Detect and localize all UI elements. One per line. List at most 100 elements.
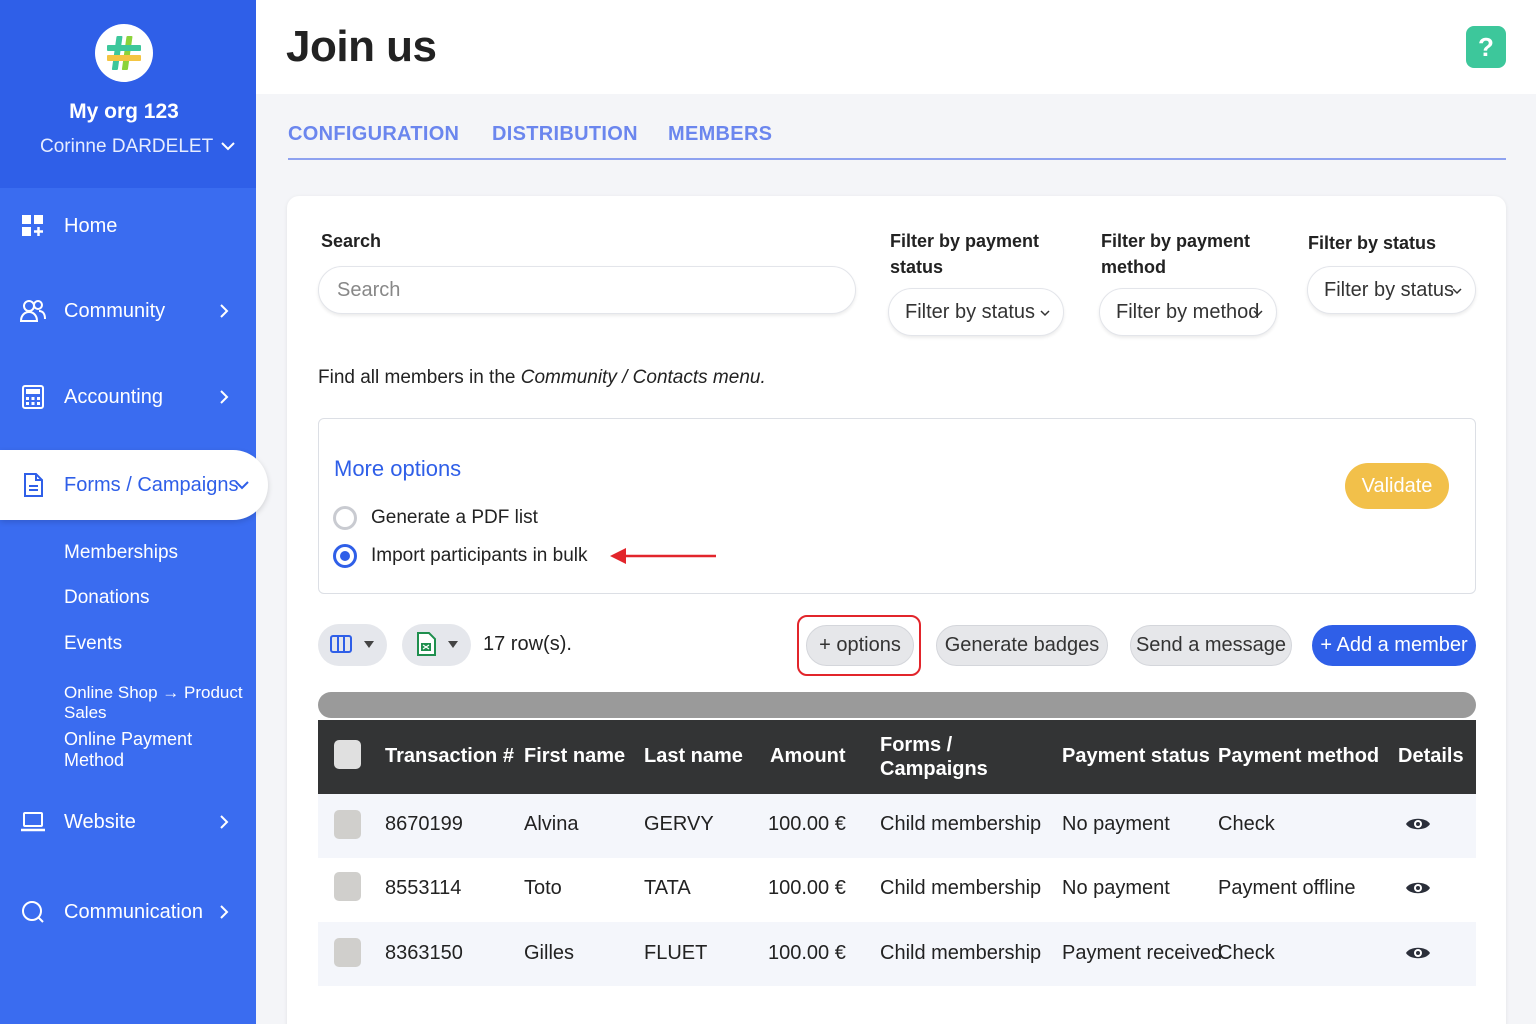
column-header-forms-campaigns[interactable]: Forms / Campaigns [880, 733, 990, 781]
sidebar-item-home[interactable]: Home [0, 196, 256, 256]
org-user-name: Corinne DARDELET [40, 136, 214, 157]
sidebar-item-label: Home [64, 214, 118, 237]
chat-icon [22, 901, 44, 923]
column-header-amount[interactable]: Amount [770, 744, 846, 768]
eye-icon[interactable] [1405, 944, 1431, 962]
cell-payment-method: Payment offline [1218, 877, 1356, 899]
sidebar-subitem-online-shop[interactable]: Online Shop → Product Sales [64, 683, 256, 723]
sidebar-item-communication[interactable]: Communication [0, 882, 256, 942]
cell-payment-status: No payment [1062, 813, 1170, 835]
info-text: Find all members in the Community / Cont… [318, 367, 766, 389]
cell-amount: 100.00 € [768, 877, 846, 899]
payment-method-label: Filter by payment method [1101, 231, 1251, 277]
help-button[interactable]: ? [1466, 26, 1506, 68]
send-message-button[interactable]: Send a message [1130, 625, 1292, 666]
search-label: Search [321, 231, 382, 251]
column-header-payment-status[interactable]: Payment status [1062, 744, 1210, 768]
calculator-icon [22, 385, 44, 409]
info-prefix: Find all members in the [318, 367, 521, 388]
org-name: My org 123 [69, 100, 179, 123]
validate-button[interactable]: Validate [1345, 463, 1449, 509]
org-header[interactable]: My org 123 Corinne DARDELET [0, 0, 256, 188]
chevron-down-icon[interactable] [220, 138, 236, 154]
radio-import-bulk[interactable]: Import participants in bulk [333, 544, 588, 568]
column-header-payment-method[interactable]: Payment method [1218, 744, 1379, 768]
column-header-first-name[interactable]: First name [524, 744, 625, 768]
caret-down-icon [364, 641, 374, 648]
cell-payment-status: Payment received [1062, 942, 1223, 964]
cell-form: Child membership [880, 942, 1042, 964]
tab-members[interactable]: MEMBERS [668, 123, 772, 146]
row-checkbox[interactable] [334, 938, 361, 967]
cell-transaction: 8553114 [385, 877, 462, 899]
sidebar-item-community[interactable]: Community [0, 281, 256, 341]
chevron-right-icon [220, 905, 229, 919]
cell-payment-method: Check [1218, 942, 1275, 964]
eye-icon[interactable] [1405, 879, 1431, 897]
sidebar-item-forms-campaigns[interactable]: Forms / Campaigns [0, 450, 268, 520]
people-icon [20, 300, 46, 322]
laptop-icon [21, 812, 45, 832]
sidebar-item-website[interactable]: Website [0, 792, 256, 852]
payment-method-value: Filter by method [1116, 300, 1260, 323]
cell-last-name: TATA [644, 877, 691, 899]
cell-payment-method: Check [1218, 813, 1275, 835]
generate-badges-button[interactable]: Generate badges [936, 625, 1108, 666]
column-header-transaction[interactable]: Transaction # [385, 744, 514, 768]
payment-method-select[interactable]: Filter by method [1099, 288, 1277, 336]
caret-down-icon [448, 641, 458, 648]
cell-amount: 100.00 € [768, 813, 846, 835]
row-checkbox[interactable] [334, 872, 361, 901]
community-contacts-link[interactable]: Community / Contacts menu. [521, 367, 766, 388]
sidebar-item-label: Website [64, 810, 136, 833]
add-member-button[interactable]: + Add a member [1312, 625, 1476, 666]
radio-label: Generate a PDF list [371, 507, 538, 528]
select-all-checkbox[interactable] [334, 740, 361, 769]
table-row[interactable]: 8363150 Gilles FLUET 100.00 € Child memb… [318, 922, 1476, 986]
cell-form: Child membership [880, 877, 1042, 899]
cell-form: Child membership [880, 813, 1042, 835]
chevron-right-icon [220, 304, 229, 318]
row-checkbox[interactable] [334, 810, 361, 839]
sidebar-subitem-donations[interactable]: Donations [64, 587, 150, 609]
tab-bar: CONFIGURATION DISTRIBUTION MEMBERS [288, 118, 1506, 160]
chevron-down-icon [1040, 310, 1050, 317]
radio-button-selected[interactable] [333, 544, 357, 568]
columns-icon [330, 635, 352, 653]
eye-icon[interactable] [1405, 815, 1431, 833]
tab-distribution[interactable]: DISTRIBUTION [492, 123, 638, 146]
chevron-down-icon [235, 481, 249, 490]
horizontal-scrollbar[interactable] [318, 692, 1476, 718]
org-logo-icon [95, 24, 153, 82]
radio-generate-pdf[interactable]: Generate a PDF list [333, 506, 538, 530]
sidebar-item-label: Accounting [64, 385, 163, 408]
table-row[interactable]: 8670199 Alvina GERVY 100.00 € Child memb… [318, 794, 1476, 858]
export-excel-button[interactable] [402, 624, 471, 666]
cell-first-name: Gilles [524, 942, 575, 964]
search-input[interactable] [318, 266, 856, 314]
cell-last-name: GERVY [644, 813, 714, 835]
cell-payment-status: No payment [1062, 877, 1170, 899]
document-icon [24, 473, 43, 497]
cell-transaction: 8363150 [385, 942, 463, 964]
chevron-down-icon [1253, 310, 1263, 317]
tab-configuration[interactable]: CONFIGURATION [288, 123, 459, 146]
cell-amount: 100.00 € [768, 942, 846, 964]
payment-status-value: Filter by status [905, 300, 1036, 323]
radio-button[interactable] [333, 506, 357, 530]
payment-status-select[interactable]: Filter by status [888, 288, 1064, 336]
table-row[interactable]: 8553114 Toto TATA 100.00 € Child members… [318, 858, 1476, 922]
sidebar-subitem-online-payment[interactable]: Online Payment Method [64, 729, 256, 771]
row-count: 17 row(s). [483, 633, 572, 655]
columns-toggle-button[interactable] [318, 624, 387, 666]
chevron-right-icon [220, 390, 229, 404]
sidebar-subitem-events[interactable]: Events [64, 633, 122, 655]
red-arrow-annotation-icon [610, 548, 716, 564]
column-header-last-name[interactable]: Last name [644, 744, 743, 768]
sidebar-item-accounting[interactable]: Accounting [0, 367, 256, 427]
cell-first-name: Toto [524, 877, 562, 899]
chevron-right-icon [220, 815, 229, 829]
status-select[interactable]: Filter by status [1307, 266, 1476, 314]
highlight-annotation [797, 615, 921, 676]
sidebar-subitem-memberships[interactable]: Memberships [64, 542, 178, 564]
